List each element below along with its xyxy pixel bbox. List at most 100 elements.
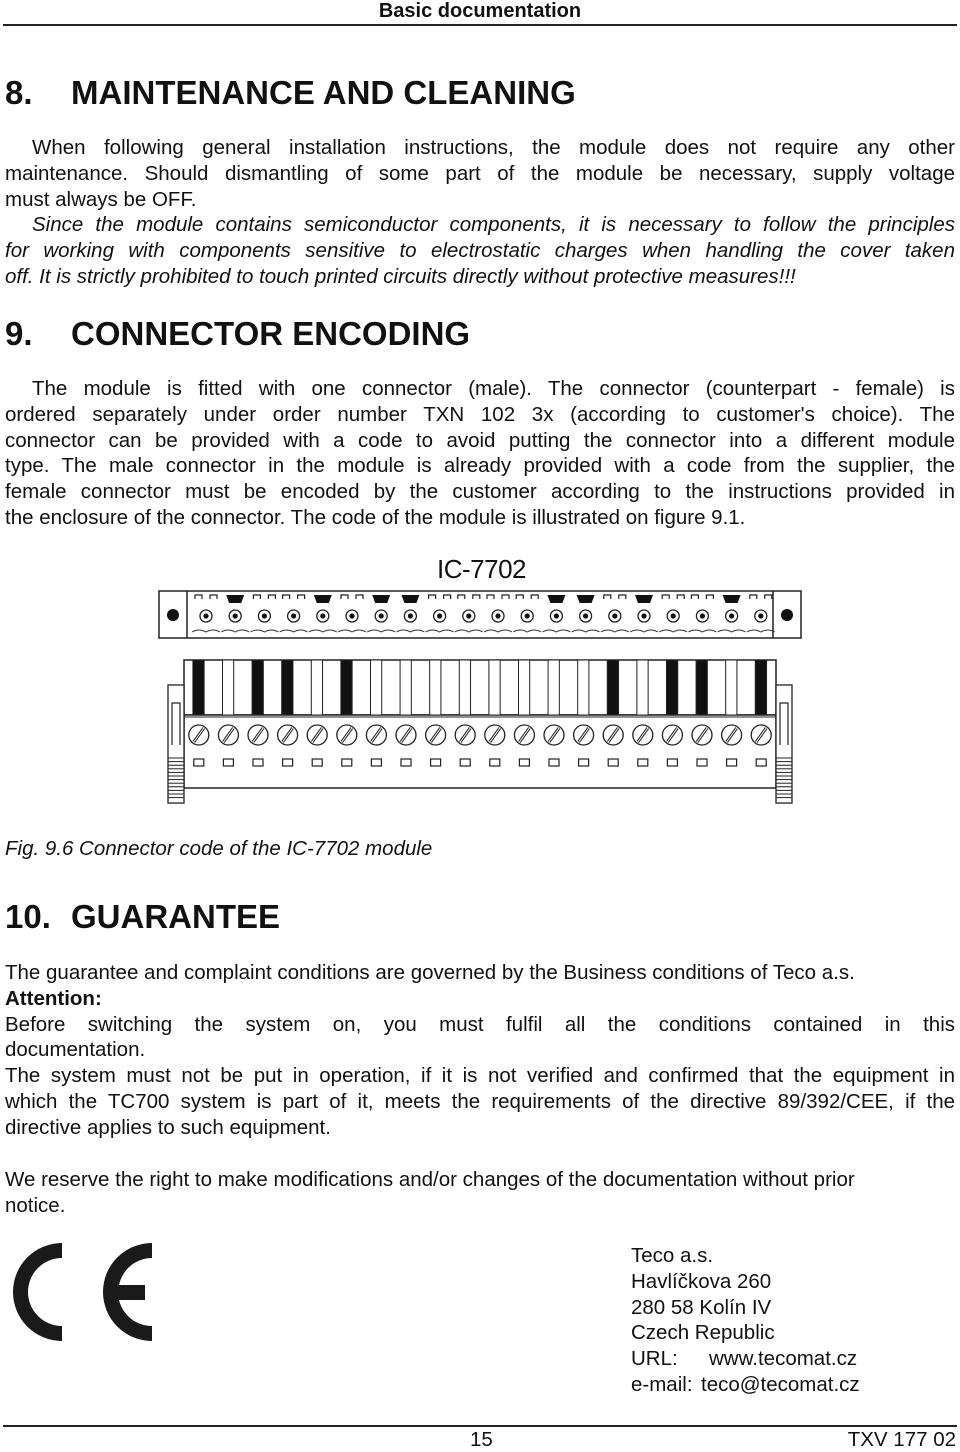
coding-key-filled <box>576 595 595 603</box>
section-number: 8. <box>5 74 33 111</box>
text-line: The module is fitted with one connector … <box>32 377 955 400</box>
section-title: GUARANTEE <box>71 898 281 935</box>
section-heading-maintenance: 8. MAINTENANCE AND CLEANING <box>5 74 576 112</box>
pin-contact <box>641 613 647 619</box>
url-label: URL: <box>631 1347 678 1371</box>
text-line: Since the module contains semiconductor … <box>32 213 955 236</box>
terminal-body <box>183 714 777 789</box>
pin-contact <box>495 613 501 619</box>
pin-contact <box>583 613 589 619</box>
connector-paragraph: The module is fitted with one connector … <box>5 376 955 531</box>
coding-bar-open <box>369 659 383 716</box>
document-code: TXV 177 02 <box>847 1428 956 1451</box>
pin-contact <box>232 613 238 619</box>
wire-entry <box>341 758 353 767</box>
coding-key-filled <box>401 595 420 603</box>
wire-entry <box>696 758 708 767</box>
coding-bar-open <box>547 659 560 716</box>
pin-contact <box>203 613 209 619</box>
wire-entry <box>548 758 560 767</box>
figure-caption: Fig. 9.6 Connector code of the IC-7702 m… <box>5 837 433 860</box>
page-number: 15 <box>470 1428 493 1451</box>
mount-hole <box>781 609 793 621</box>
guarantee-notice: We reserve the right to make modificatio… <box>5 1167 955 1219</box>
pin-contact <box>320 613 326 619</box>
maintenance-paragraph-1: When following general installation inst… <box>5 135 955 212</box>
text-line: documentation. <box>5 1038 146 1062</box>
coding-bar-open <box>458 659 472 716</box>
wire-entry <box>518 758 530 767</box>
coding-bar-filled <box>665 659 679 716</box>
coding-bar-filled <box>192 659 205 716</box>
section-number: 9. <box>5 315 33 352</box>
coding-bar-filled <box>281 659 294 716</box>
section-number: 10. <box>5 898 51 935</box>
section-heading-guarantee: 10. GUARANTEE <box>5 898 280 936</box>
wire-entry <box>755 758 767 767</box>
text-line: The system must not be put in operation,… <box>5 1064 955 1088</box>
wire-entry <box>430 758 442 767</box>
text-line: which the TC700 system is part of it, me… <box>5 1089 955 1113</box>
pin-contact <box>466 613 472 619</box>
wire-entry <box>370 758 382 767</box>
wire-entry <box>578 758 590 767</box>
wire-entry <box>311 758 323 767</box>
wire-entry <box>222 758 235 767</box>
email-label: e-mail: <box>631 1372 693 1396</box>
text-line: We reserve the right to make modificatio… <box>5 1168 855 1191</box>
text-line: for working with components sensitive to… <box>5 238 955 262</box>
section-title: CONNECTOR ENCODING <box>71 315 471 352</box>
pin-contact <box>612 613 618 619</box>
text-line: maintenance. Should dismantling of some … <box>5 161 955 185</box>
wire-entry <box>400 758 412 767</box>
pin-contact <box>699 613 706 619</box>
coding-bar-open <box>577 659 590 716</box>
coding-bar-open <box>429 659 442 716</box>
wire-entry <box>607 758 619 767</box>
guarantee-block: The guarantee and complaint conditions a… <box>5 960 955 1141</box>
text-line: notice. <box>5 1193 66 1217</box>
text-line: The guarantee and complaint conditions a… <box>5 961 855 984</box>
coding-bar-open <box>517 659 531 716</box>
city: 280 58 Kolín IV <box>631 1295 772 1319</box>
pin-contact <box>437 613 443 619</box>
pin-contact <box>729 613 735 619</box>
section-title: MAINTENANCE AND CLEANING <box>71 74 576 111</box>
coding-bar-open <box>636 659 649 716</box>
pin-contact <box>261 613 267 619</box>
text-line: female connector must be encoded by the … <box>5 480 955 504</box>
text-line: the enclosure of the connector. The code… <box>5 505 746 529</box>
figure-title: IC-7702 <box>437 554 527 584</box>
header-rule <box>3 24 957 26</box>
ce-mark-icon <box>13 1243 152 1341</box>
street: Havlíčkova 260 <box>631 1269 772 1293</box>
company-name: Teco a.s. <box>631 1244 714 1267</box>
pin-contact <box>378 613 384 619</box>
text-line: ordered separately under order number TX… <box>5 402 955 426</box>
pin-contact <box>349 613 355 619</box>
text-line: Before switching the system on, you must… <box>5 1012 955 1036</box>
wire-entry <box>193 758 205 767</box>
maintenance-paragraph-2: Since the module contains semiconductor … <box>5 212 955 289</box>
page-header-title: Basic documentation <box>378 0 582 22</box>
section-heading-connector: 9. CONNECTOR ENCODING <box>5 315 470 353</box>
coding-key-filled <box>372 595 391 603</box>
footer-rule <box>3 1425 957 1427</box>
wire-entry <box>281 758 294 767</box>
wire-entry <box>725 758 738 767</box>
wire-entry <box>489 758 501 767</box>
text-line: off. It is strictly prohibited to touch … <box>5 264 796 288</box>
coding-key-filled <box>635 595 653 603</box>
wire-entry <box>459 758 471 767</box>
coding-bar-filled <box>695 659 708 716</box>
wire-entry <box>252 758 264 767</box>
text-line: When following general installation inst… <box>32 136 955 159</box>
url-link[interactable]: www.tecomat.cz <box>709 1347 857 1370</box>
text-line: must always be OFF. <box>5 187 197 211</box>
coding-bar-filled <box>754 659 768 716</box>
coding-strip <box>183 659 777 716</box>
company-address: Teco a.s. Havlíčkova 260 280 58 Kolín IV… <box>631 1243 860 1398</box>
coding-key-filled <box>226 595 245 603</box>
coding-bar-filled <box>606 659 620 716</box>
email-link[interactable]: teco@tecomat.cz <box>701 1373 860 1396</box>
